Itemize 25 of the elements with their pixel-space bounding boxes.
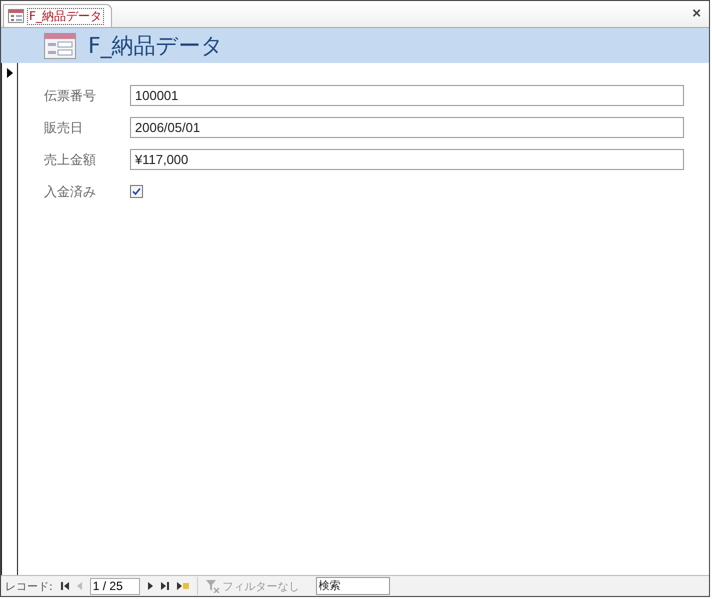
last-record-icon[interactable]	[160, 582, 169, 590]
tab-title: F_納品データ	[28, 8, 103, 24]
current-record-icon	[6, 68, 12, 78]
input-field[interactable]: 2006/05/01	[130, 117, 684, 138]
field-label: 入金済み	[44, 184, 97, 200]
first-record-icon[interactable]	[60, 582, 69, 590]
form-tab[interactable]: F_納品データ	[3, 4, 112, 27]
field-label: 販売日	[44, 120, 84, 136]
new-record-icon[interactable]	[176, 582, 189, 590]
record-label: レコード:	[5, 578, 53, 594]
form-icon	[8, 9, 24, 23]
filter-icon	[206, 580, 220, 592]
check-icon	[132, 187, 141, 196]
input-field[interactable]: 100001	[130, 85, 684, 106]
record-number-field[interactable]: 1 / 25	[90, 578, 140, 594]
form-icon	[44, 32, 76, 58]
input-field[interactable]: ¥117,000	[130, 149, 684, 170]
record-selector[interactable]	[1, 63, 18, 575]
field-label: 売上金額	[44, 152, 97, 168]
form-title: F_納品データ	[88, 32, 224, 60]
close-button[interactable]: ×	[684, 6, 709, 22]
checkbox[interactable]	[130, 185, 143, 198]
field-label: 伝票番号	[44, 88, 97, 104]
search-field[interactable]: 検索	[316, 577, 390, 595]
next-record-icon[interactable]	[148, 582, 153, 590]
